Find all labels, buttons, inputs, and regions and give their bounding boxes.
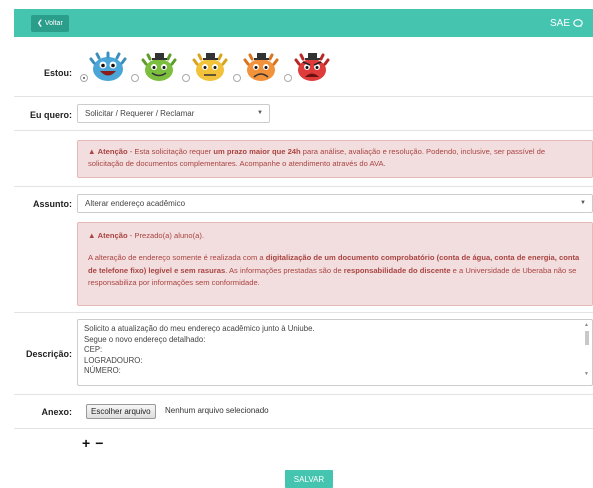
mood-radio[interactable] bbox=[233, 74, 241, 82]
chevron-left-icon: ❮ bbox=[37, 20, 43, 27]
alert-prefix: Atenção bbox=[97, 147, 128, 156]
file-status: Nenhum arquivo selecionado bbox=[165, 406, 269, 415]
description-line: CEP: bbox=[84, 345, 103, 355]
scroll-up-icon[interactable]: ▲ bbox=[584, 320, 589, 331]
divider bbox=[14, 96, 593, 97]
description-textarea[interactable]: Solicito a atualização do meu endereço a… bbox=[77, 319, 593, 386]
description-line: LOGRADOURO: bbox=[84, 355, 143, 365]
divider bbox=[14, 130, 593, 131]
back-button[interactable]: ❮ Voltar bbox=[31, 14, 69, 32]
alert-body: A alteração de endereço somente é realiz… bbox=[88, 252, 582, 290]
alert-bold: um prazo maior que 24h bbox=[213, 147, 301, 156]
address-change-alert: ▲ Atenção - Prezado(a) aluno(a). A alter… bbox=[77, 222, 593, 306]
header-bar: ❮ Voltar SAE bbox=[14, 9, 593, 37]
mood-option-sad[interactable] bbox=[233, 50, 280, 84]
chevron-down-icon: ▼ bbox=[257, 110, 263, 116]
save-button[interactable]: SALVAR bbox=[285, 470, 333, 488]
mood-option-very-happy[interactable] bbox=[80, 50, 127, 84]
header-title[interactable]: SAE bbox=[550, 18, 583, 29]
alert-bold: responsabilidade do discente bbox=[343, 265, 451, 275]
sad-face-icon bbox=[243, 53, 279, 81]
mood-label: Estou: bbox=[44, 68, 72, 78]
textarea-scrollbar[interactable]: ▲ ▼ bbox=[584, 320, 590, 381]
angry-face-icon bbox=[294, 53, 330, 81]
divider bbox=[14, 428, 593, 429]
minus-icon[interactable]: − bbox=[95, 435, 103, 451]
divider bbox=[14, 312, 593, 313]
very-happy-face-icon bbox=[89, 51, 127, 81]
request-type-value: Solicitar / Requerer / Reclamar bbox=[85, 109, 195, 118]
subject-select[interactable]: Alterar endereço acadêmico ▼ bbox=[77, 194, 593, 213]
subject-value: Alterar endereço acadêmico bbox=[85, 199, 186, 208]
alert-text: . As informações prestadas são de bbox=[225, 265, 344, 275]
scrollbar-thumb[interactable] bbox=[585, 331, 589, 345]
mood-radio[interactable] bbox=[131, 74, 139, 82]
description-label: Descrição: bbox=[25, 349, 72, 359]
choose-file-button[interactable]: Escolher arquivo bbox=[86, 404, 156, 419]
plus-icon[interactable]: + bbox=[82, 435, 90, 451]
mood-radio[interactable] bbox=[80, 74, 88, 82]
deadline-alert: ▲ Atenção - Esta solicitação requer um p… bbox=[77, 140, 593, 178]
happy-face-icon bbox=[141, 53, 177, 81]
mood-radio[interactable] bbox=[182, 74, 190, 82]
divider bbox=[14, 394, 593, 395]
mood-radio[interactable] bbox=[284, 74, 292, 82]
alert-prefix: Atenção bbox=[97, 231, 128, 240]
alert-greeting: - Prezado(a) aluno(a). bbox=[127, 231, 205, 240]
alert-text: A alteração de endereço somente é realiz… bbox=[88, 253, 266, 262]
subject-label: Assunto: bbox=[33, 199, 72, 209]
header-title-text: SAE bbox=[549, 17, 570, 29]
chat-bubble-icon bbox=[573, 18, 583, 27]
description-line: Solicito a atualização do meu endereço a… bbox=[84, 324, 315, 333]
back-label: Voltar bbox=[44, 19, 63, 27]
mood-option-happy[interactable] bbox=[131, 50, 178, 84]
attachment-label: Anexo: bbox=[41, 407, 72, 417]
neutral-face-icon bbox=[192, 53, 228, 81]
description-line: NÚMERO: bbox=[84, 366, 121, 376]
divider bbox=[14, 186, 593, 187]
description-line: Segue o novo endereço detalhado: bbox=[84, 334, 206, 344]
mood-selector bbox=[80, 50, 331, 84]
warning-icon: ▲ bbox=[88, 147, 96, 156]
chevron-down-icon: ▼ bbox=[580, 200, 586, 206]
scroll-down-icon[interactable]: ▼ bbox=[584, 369, 589, 380]
mood-option-neutral[interactable] bbox=[182, 50, 229, 84]
mood-option-angry[interactable] bbox=[284, 50, 331, 84]
alert-text: - Esta solicitação requer bbox=[127, 147, 214, 156]
request-label: Eu quero: bbox=[30, 110, 72, 120]
request-type-select[interactable]: Solicitar / Requerer / Reclamar ▼ bbox=[77, 104, 270, 123]
add-remove-controls: + − bbox=[82, 435, 103, 451]
warning-icon: ▲ bbox=[88, 231, 96, 240]
